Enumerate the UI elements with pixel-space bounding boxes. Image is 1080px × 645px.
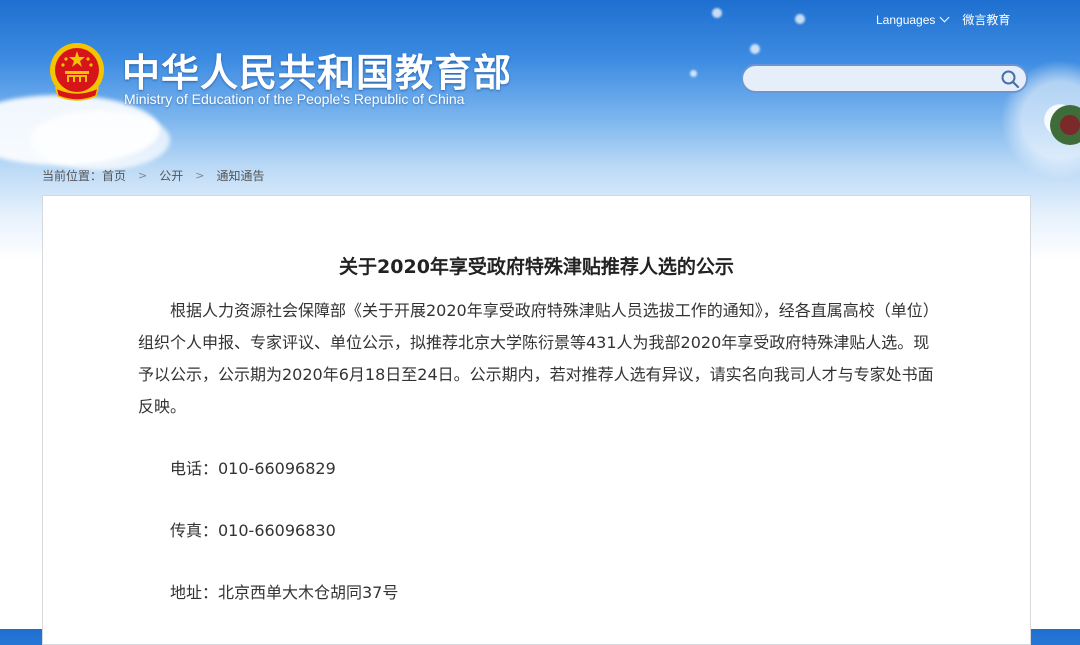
contact-address: 地址：北京西单大木仓胡同37号 xyxy=(170,583,399,602)
site-title-chinese[interactable]: 中华人民共和国教育部 xyxy=(122,42,512,97)
languages-dropdown[interactable]: Languages xyxy=(876,12,950,27)
chevron-right-icon: > xyxy=(195,169,205,182)
chevron-right-icon: > xyxy=(138,169,148,182)
top-links: Languages 微言教育 xyxy=(876,11,1010,28)
sparkle-decoration xyxy=(690,70,697,77)
sparkle-decoration xyxy=(795,14,805,24)
search-input[interactable] xyxy=(755,69,999,91)
article-body: 根据人力资源社会保障部《关于开展2020年享受政府特殊津贴人员选拔工作的通知》，… xyxy=(138,295,938,609)
breadcrumb-home[interactable]: 首页 xyxy=(102,167,126,184)
sparkle-decoration xyxy=(750,44,760,54)
sparkle-decoration xyxy=(712,8,722,18)
national-emblem-logo xyxy=(48,42,106,104)
article-paragraph: 根据人力资源社会保障部《关于开展2020年享受政府特殊津贴人员选拔工作的通知》，… xyxy=(138,301,934,416)
site-title-english[interactable]: Ministry of Education of the People's Re… xyxy=(124,91,464,107)
search-box xyxy=(741,64,1028,93)
breadcrumb-prefix: 当前位置： xyxy=(42,169,103,183)
contact-phone: 电话：010-66096829 xyxy=(170,459,336,478)
breadcrumb-public[interactable]: 公开 xyxy=(159,167,183,184)
languages-label: Languages xyxy=(876,12,936,27)
search-icon[interactable] xyxy=(1000,69,1020,89)
article-panel: 关于2020年享受政府特殊津贴推荐人选的公示 根据人力资源社会保障部《关于开展2… xyxy=(42,195,1031,645)
breadcrumb-notices[interactable]: 通知通告 xyxy=(216,167,264,184)
weibo-link[interactable]: 微言教育 xyxy=(962,11,1010,28)
article-title: 关于2020年享受政府特殊津贴推荐人选的公示 xyxy=(339,256,734,278)
chevron-down-icon xyxy=(939,12,950,23)
breadcrumb: 当前位置： 首页 > 公开 > 通知通告 xyxy=(42,167,265,184)
contact-fax: 传真：010-66096830 xyxy=(170,521,336,540)
cloud-decoration xyxy=(30,110,170,170)
